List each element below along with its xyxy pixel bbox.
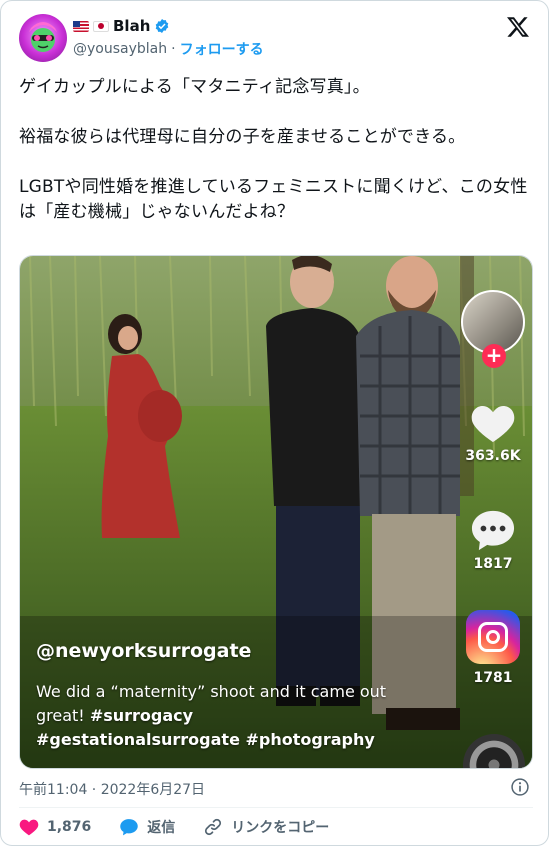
copy-link-label: リンクをコピー [231, 820, 330, 836]
link-icon [205, 818, 222, 836]
follow-button[interactable]: フォローする [180, 39, 264, 59]
comment-video-button[interactable]: 1817 [458, 508, 528, 572]
video-share-count: 1781 [473, 670, 513, 686]
x-logo-icon[interactable] [506, 15, 530, 39]
copy-link-button[interactable]: リンクをコピー [203, 817, 329, 837]
video-creator-handle: @newyorksurrogate [36, 640, 252, 662]
tweet-media-video[interactable]: + 363.6K 1817 1781 @newyorksurrogate We … [19, 255, 533, 769]
video-caption-hashtag-surrogacy: #surrogacy [89, 706, 194, 725]
japan-flag-icon [93, 20, 109, 32]
heart-icon [471, 405, 515, 443]
info-icon[interactable] [510, 777, 530, 797]
handle-row: @yousayblah · フォローする [73, 39, 264, 59]
separator: · [171, 41, 176, 57]
like-count: 1,876 [47, 819, 92, 835]
user-avatar[interactable] [19, 14, 67, 62]
heart-icon [19, 819, 39, 836]
verified-icon [156, 19, 169, 33]
share-instagram-button[interactable]: 1781 [458, 610, 528, 686]
video-like-count: 363.6K [465, 448, 521, 464]
display-name[interactable]: Blah [113, 17, 150, 35]
follow-creator-button[interactable]: + [482, 344, 506, 368]
tweet-text: ゲイカップルによる「マタニティ記念写真」。 裕福な彼らは代理母に自分の子を産ませ… [19, 77, 528, 222]
comment-icon [471, 510, 515, 551]
instagram-icon [466, 610, 520, 664]
like-button[interactable]: 1,876 [19, 817, 91, 837]
divider [19, 807, 533, 808]
reply-icon [120, 819, 139, 836]
display-name-row: Blah [73, 17, 170, 35]
reply-label: 返信 [147, 820, 176, 836]
video-caption-hashtags: #gestationalsurrogate #photography [36, 730, 375, 749]
tweet-card: Blah @yousayblah · フォローする ゲイカップルによる「マタニテ… [0, 0, 549, 846]
like-video-button[interactable]: 363.6K [458, 402, 528, 464]
video-caption-text: We did a “maternity” shoot and it came o… [36, 682, 387, 725]
reply-button[interactable]: 返信 [119, 817, 175, 837]
video-caption: We did a “maternity” shoot and it came o… [36, 680, 416, 752]
us-flag-icon [73, 20, 89, 32]
user-handle[interactable]: @yousayblah [73, 41, 167, 57]
action-bar: 1,876 返信 リンクをコピー [19, 817, 357, 837]
video-comment-count: 1817 [473, 556, 513, 572]
tweet-timestamp[interactable]: 午前11:04 · 2022年6月27日 [19, 779, 205, 799]
